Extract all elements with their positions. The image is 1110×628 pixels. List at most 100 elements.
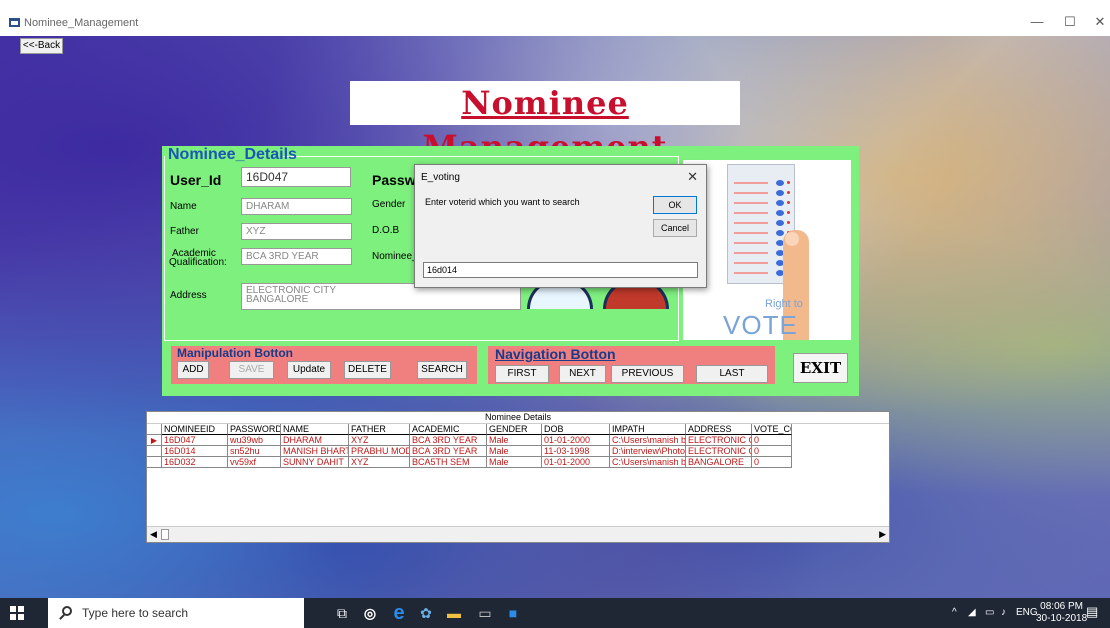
grid-cell[interactable]: PRABHU MODI	[349, 446, 410, 457]
grid-cell[interactable]: wu39wb	[228, 435, 281, 446]
grid-column-header[interactable]: ACADEMIC	[410, 424, 487, 435]
grid-cell[interactable]: 16D047	[162, 435, 228, 446]
dialog-cancel-button[interactable]: Cancel	[653, 219, 697, 237]
grid-cell[interactable]: DHARAM	[281, 435, 349, 446]
network-icon[interactable]: ◢	[968, 607, 976, 618]
grid-column-header[interactable]: ADDRESS	[686, 424, 752, 435]
grid-column-header[interactable]: VOTE_CO	[752, 424, 792, 435]
save-button[interactable]: SAVE	[229, 361, 274, 379]
search-button[interactable]: SEARCH	[417, 361, 467, 379]
grid-cell[interactable]: 0	[752, 435, 792, 446]
maximize-button[interactable]: ☐	[1060, 14, 1080, 30]
grid-cell[interactable]: C:\Users\manish b	[610, 435, 686, 446]
task-view-icon[interactable]: ⧉	[333, 604, 351, 622]
grid-column-header[interactable]: PASSWORD	[228, 424, 281, 435]
grid-column-header[interactable]: FATHER	[349, 424, 410, 435]
grid-cell[interactable]: vv59xf	[228, 457, 281, 468]
grid-cell[interactable]: 0	[752, 457, 792, 468]
grid-cell[interactable]: ELECTRONIC CITY	[686, 435, 752, 446]
horizontal-scrollbar[interactable]: ◀ ▶	[147, 526, 889, 542]
grid-cell[interactable]: BCA5TH SEM	[410, 457, 487, 468]
manipulation-title: Manipulation Botton	[177, 346, 293, 360]
grid-cell[interactable]: 01-01-2000	[542, 435, 610, 446]
notification-icon[interactable]: ▤	[1086, 604, 1098, 620]
grid-cell[interactable]: ELECTRONIC CITY	[686, 446, 752, 457]
grid-cell[interactable]: Male	[487, 446, 542, 457]
exit-button[interactable]: EXIT	[793, 353, 848, 383]
taskbar: Type here to search ⧉ ◎ e ✿ ▬ ▭ ■ ^ ◢ ▭ …	[0, 598, 1110, 628]
search-dialog: E_voting ✕ Enter voterid which you want …	[414, 164, 707, 288]
dob-label: D.O.B	[372, 225, 400, 236]
user-id-label: User_Id	[170, 172, 222, 188]
add-button[interactable]: ADD	[177, 361, 209, 379]
grid-cell[interactable]: Male	[487, 435, 542, 446]
first-button[interactable]: FIRST	[495, 365, 549, 383]
father-field[interactable]: XYZ	[241, 223, 352, 240]
dialog-close-icon[interactable]: ✕	[687, 169, 698, 185]
scroll-right-icon[interactable]: ▶	[879, 529, 886, 540]
app-window-icon[interactable]: ▭	[476, 604, 494, 622]
next-button[interactable]: NEXT	[559, 365, 606, 383]
dialog-title: E_voting	[421, 172, 460, 183]
file-explorer-icon[interactable]: ▬	[445, 604, 463, 622]
qualification-label: Qualification:	[169, 257, 227, 268]
grid-row-selector[interactable]: ▶	[147, 435, 162, 446]
grid-column-header[interactable]: DOB	[542, 424, 610, 435]
app-taskbar-icon[interactable]: ✿	[417, 604, 435, 622]
name-label: Name	[170, 201, 197, 212]
clock[interactable]: 08:06 PM 30-10-2018	[1036, 601, 1087, 625]
grid-cell[interactable]: SUNNY DAHIT	[281, 457, 349, 468]
scroll-thumb[interactable]	[161, 529, 169, 540]
dialog-voterid-input[interactable]: 16d014	[423, 262, 698, 278]
window-title: Nominee_Management	[24, 17, 139, 29]
page-title: Nominee Management	[350, 81, 740, 166]
previous-button[interactable]: PREVIOUS	[611, 365, 684, 383]
details-group-title: Nominee_Details	[168, 146, 297, 163]
user-id-field[interactable]: 16D047	[241, 167, 351, 187]
update-button[interactable]: Update	[287, 361, 331, 379]
grid-cell[interactable]: sn52hu	[228, 446, 281, 457]
grid-column-header[interactable]: IMPATH	[610, 424, 686, 435]
grid-column-header[interactable]: GENDER	[487, 424, 542, 435]
grid-cell[interactable]: BCA 3RD YEAR	[410, 435, 487, 446]
nominee-data-grid[interactable]: Nominee Details NOMINEEID PASSWORD NAME FAT…	[146, 411, 890, 543]
grid-cell[interactable]: XYZ	[349, 457, 410, 468]
edge-browser-icon[interactable]: e	[390, 603, 408, 623]
close-window-button[interactable]: ✕	[1090, 14, 1110, 30]
grid-cell[interactable]: 0	[752, 446, 792, 457]
grid-cell[interactable]: 11-03-1998	[542, 446, 610, 457]
battery-icon[interactable]: ▭	[985, 607, 994, 618]
academic-field[interactable]: BCA 3RD YEAR	[241, 248, 352, 265]
dialog-prompt: Enter voterid which you want to search	[425, 197, 580, 207]
volume-icon[interactable]: ♪	[1001, 607, 1006, 618]
grid-row-selector[interactable]	[147, 446, 162, 457]
cortana-icon[interactable]: ◎	[361, 604, 379, 622]
name-field[interactable]: DHARAM	[241, 198, 352, 215]
grid-cell[interactable]: BANGALORE	[686, 457, 752, 468]
grid-column-header[interactable]: NOMINEEID	[162, 424, 228, 435]
grid-cell[interactable]: Male	[487, 457, 542, 468]
scroll-left-icon[interactable]: ◀	[150, 529, 157, 540]
navigation-title: Navigation Botton	[495, 346, 616, 362]
delete-button[interactable]: DELETE	[344, 361, 391, 379]
running-app-icon[interactable]: ■	[504, 604, 522, 622]
grid-cell[interactable]: MANISH BHARTI	[281, 446, 349, 457]
back-button[interactable]: <<-Back	[20, 38, 63, 54]
grid-cell[interactable]: BCA 3RD YEAR	[410, 446, 487, 457]
grid-cell[interactable]: D:\interview\Photo	[610, 446, 686, 457]
language-indicator[interactable]: ENG	[1016, 607, 1038, 618]
last-button[interactable]: LAST	[696, 365, 768, 383]
grid-cell[interactable]: 16D032	[162, 457, 228, 468]
grid-cell[interactable]: 16D014	[162, 446, 228, 457]
minimize-button[interactable]: —	[1027, 14, 1047, 30]
windows-start-icon[interactable]	[10, 606, 24, 620]
grid-column-header[interactable]: NAME	[281, 424, 349, 435]
grid-cell[interactable]: XYZ	[349, 435, 410, 446]
grid-cell[interactable]: C:\Users\manish b	[610, 457, 686, 468]
clock-date: 30-10-2018	[1036, 613, 1088, 624]
tray-chevron-icon[interactable]: ^	[952, 607, 957, 618]
grid-row-selector[interactable]	[147, 457, 162, 468]
taskbar-search-box[interactable]: Type here to search	[48, 598, 304, 628]
dialog-ok-button[interactable]: OK	[653, 196, 697, 214]
grid-cell[interactable]: 01-01-2000	[542, 457, 610, 468]
